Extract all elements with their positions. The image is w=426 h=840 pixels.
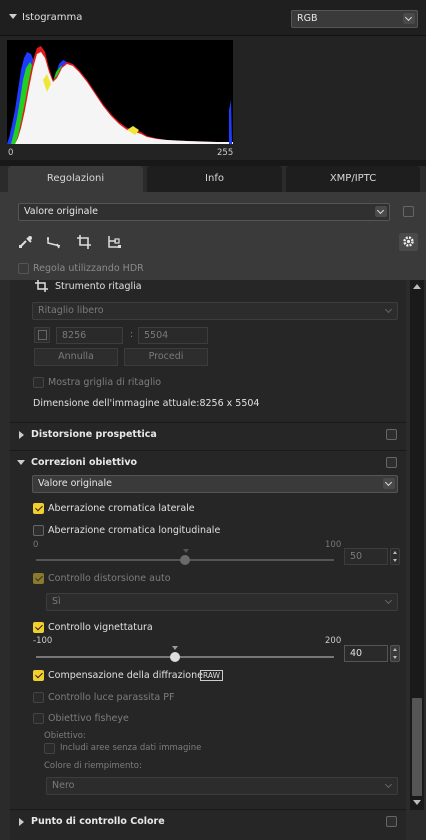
vignette-checkbox[interactable]: [33, 622, 44, 633]
crop-width-input[interactable]: 8256: [56, 327, 123, 344]
crop-size-button[interactable]: [34, 327, 50, 343]
long-min-label: 0: [33, 540, 39, 550]
crop-ratio-value: Ritaglio libero: [38, 305, 104, 316]
collapse-arrow-icon[interactable]: [9, 14, 17, 19]
vig-value-input[interactable]: 40: [344, 645, 388, 662]
preset-select[interactable]: Valore originale: [18, 203, 390, 221]
expand-arrow-icon: [19, 431, 24, 439]
crop-height-input[interactable]: 5504: [138, 327, 208, 344]
lens-preset-select[interactable]: Valore originale: [32, 475, 398, 493]
auto-distortion-checkbox[interactable]: [33, 573, 44, 584]
longitudinal-ca-label: Aberrazione cromatica longitudinale: [48, 525, 221, 536]
page-icon: [38, 330, 47, 340]
auto-distortion-select[interactable]: Sì: [46, 593, 398, 611]
scrollbar-track[interactable]: [410, 280, 424, 810]
color-point-section[interactable]: Punto di controllo Colore: [10, 809, 406, 833]
histogram-panel: 0 255: [0, 36, 426, 160]
flare-checkbox[interactable]: [33, 692, 44, 703]
vig-value-spinner[interactable]: [390, 645, 400, 662]
collapse-arrow-icon: [17, 460, 25, 465]
tree-icon[interactable]: [106, 235, 122, 249]
lens-title: Correzioni obiettivo: [31, 457, 138, 468]
perspective-checkbox[interactable]: [386, 429, 397, 440]
chevron-down-icon: [383, 305, 395, 316]
crop-grid-label: Mostra griglia di ritaglio: [48, 377, 162, 388]
gear-icon: [403, 236, 414, 247]
vig-slider-tick: [172, 646, 178, 650]
scroll-down-icon[interactable]: [413, 800, 421, 805]
long-slider-knob[interactable]: [180, 555, 190, 565]
lateral-ca-checkbox[interactable]: [33, 503, 44, 514]
vignette-label: Controllo vignettatura: [48, 622, 153, 633]
scroll-up-icon[interactable]: [413, 284, 421, 289]
fisheye-lens-label: Obiettivo:: [44, 731, 86, 741]
tab-xmp-iptc[interactable]: XMP/IPTC: [286, 166, 420, 192]
hist-min-label: 0: [8, 148, 14, 158]
fill-value: Nero: [52, 780, 75, 791]
vig-max-label: 200: [325, 636, 342, 646]
chevron-down-icon: [383, 478, 395, 489]
chevron-down-icon: [383, 596, 395, 607]
diffraction-label: Compensazione della diffrazione: [48, 670, 203, 681]
lens-section-header[interactable]: Correzioni obiettivo: [10, 450, 406, 474]
hdr-checkbox[interactable]: [18, 263, 29, 274]
hdr-label: Regola utilizzando HDR: [33, 263, 144, 274]
hist-max-label: 255: [217, 148, 234, 158]
expand-arrow-icon: [19, 818, 24, 826]
crop-ratio-select[interactable]: Ritaglio libero: [32, 302, 398, 320]
eyedropper-icon[interactable]: [18, 235, 34, 249]
straighten-icon[interactable]: [46, 235, 62, 249]
chevron-down-icon: [383, 780, 395, 791]
include-checkbox[interactable]: [44, 743, 55, 754]
color-point-title: Punto di controllo Colore: [31, 816, 165, 827]
lens-preset-value: Valore originale: [38, 478, 112, 489]
histogram-graph: [7, 40, 233, 144]
lateral-ca-label: Aberrazione cromatica laterale: [48, 503, 195, 514]
perspective-section[interactable]: Distorsione prospettica: [10, 422, 406, 446]
fill-label: Colore di riempimento:: [44, 761, 142, 771]
histogram-header: Istogramma RGB: [0, 0, 426, 36]
longitudinal-ca-checkbox[interactable]: [33, 525, 44, 536]
histogram-title: Istogramma: [22, 12, 83, 23]
chevron-down-icon: [403, 13, 415, 24]
settings-button[interactable]: [399, 233, 418, 251]
crop-cancel-button[interactable]: Annulla: [34, 348, 118, 366]
vig-slider-knob[interactable]: [170, 652, 180, 662]
auto-distortion-label: Controllo distorsione auto: [48, 573, 171, 584]
fisheye-label: Obiettivo fisheye: [48, 713, 129, 724]
scrollbar-thumb[interactable]: [412, 698, 422, 796]
crop-title: Strumento ritaglia: [55, 281, 142, 292]
long-max-label: 100: [325, 540, 342, 550]
perspective-title: Distorsione prospettica: [31, 429, 157, 440]
lens-checkbox[interactable]: [386, 457, 397, 468]
vig-slider-track[interactable]: [36, 656, 334, 658]
long-value-input[interactable]: 50: [344, 548, 388, 565]
chevron-down-icon: [375, 206, 387, 217]
long-value-spinner[interactable]: [390, 548, 400, 565]
color-point-checkbox[interactable]: [386, 816, 397, 827]
preset-checkbox[interactable]: [403, 206, 414, 217]
diffraction-checkbox[interactable]: [33, 670, 44, 681]
tab-regolazioni[interactable]: Regolazioni: [8, 166, 143, 192]
crop-apply-button[interactable]: Procedi: [124, 348, 208, 366]
include-label: Includi aree senza dati immagine: [60, 743, 202, 753]
crop-separator: :: [130, 329, 134, 340]
auto-distortion-value: Sì: [52, 596, 61, 607]
tab-info[interactable]: Info: [147, 166, 282, 192]
vig-min-label: -100: [33, 636, 53, 646]
crop-size-text: Dimensione dell'immagine attuale:8256 x …: [33, 398, 260, 409]
channel-select[interactable]: RGB: [291, 10, 418, 28]
preset-value: Valore originale: [24, 206, 98, 217]
channel-value: RGB: [297, 13, 318, 24]
crop-icon: [35, 280, 48, 292]
crop-icon[interactable]: [76, 235, 92, 249]
flare-label: Controllo luce parassita PF: [48, 692, 175, 703]
raw-badge: RAW: [200, 670, 224, 681]
long-slider-tick: [183, 549, 189, 553]
crop-grid-checkbox[interactable]: [33, 377, 44, 388]
fisheye-checkbox[interactable]: [33, 713, 44, 724]
fill-select[interactable]: Nero: [46, 777, 398, 795]
